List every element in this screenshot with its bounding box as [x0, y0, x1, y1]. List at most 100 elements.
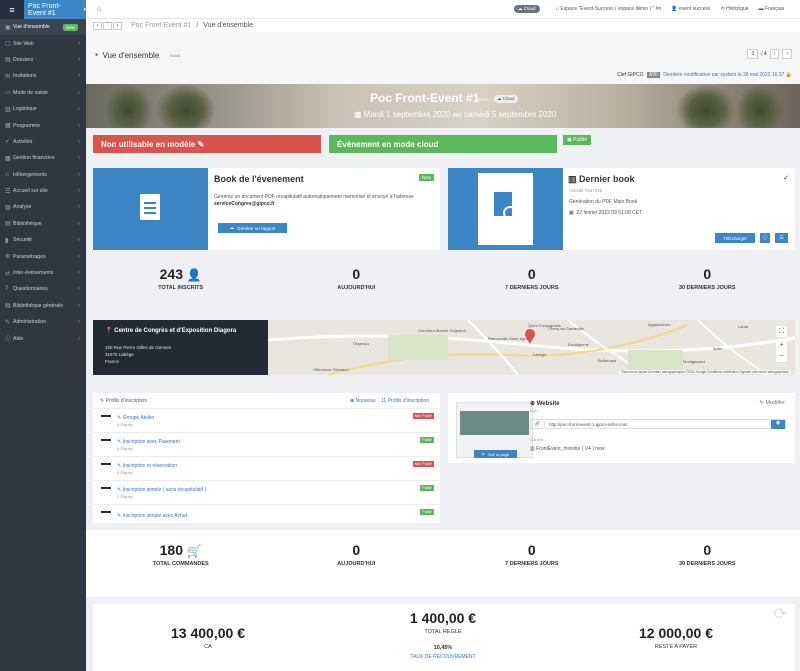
sidebar-item-label: Paramétrages — [13, 253, 46, 260]
pager-prev-button[interactable]: ‹ — [769, 49, 780, 59]
new-profile-link[interactable]: ⊕ Nouveau — [350, 398, 376, 404]
stat-block: 0 AUJOURD'HUI — [269, 542, 445, 567]
stat-block: 180 🛒 TOTAL COMMANDES — [93, 542, 269, 567]
sidebar-item-icon: ▢ — [5, 41, 11, 48]
venue-map[interactable]: Ramonville-Saint-Agne Carrefour Market Ou… — [268, 320, 795, 375]
sidebar-item[interactable]: ✓ Activités ‹ — [0, 134, 86, 150]
back-button[interactable]: ‹ — [93, 21, 102, 30]
sidebar-item[interactable]: ▮ Sécurité ‹ — [0, 232, 86, 248]
language-link[interactable]: ▬ Français — [759, 6, 785, 12]
sidebar-item-label: Aide — [13, 335, 24, 342]
up-button[interactable]: ˇ — [103, 21, 112, 30]
stat-label: AUJOURD'HUI — [337, 561, 376, 567]
sidebar-item[interactable]: ▭ Mode de saisie ‹ — [0, 85, 86, 101]
profiles-count-link[interactable]: 11 Profils d'inscription — [381, 398, 429, 404]
chevron-left-icon: ‹ — [78, 270, 80, 277]
generate-report-button[interactable]: ☁ Générer un rapport — [218, 223, 287, 233]
website-preview: 🔍 Voir la page — [456, 402, 533, 458]
sidebar-item[interactable]: ☰ Accueil sur site ‹ — [0, 183, 86, 199]
profile-name-row: ✎ Inscription et réservation — [117, 462, 178, 469]
stat-value: 0 — [352, 266, 361, 282]
download-button[interactable]: Télécharger — [715, 233, 755, 243]
stat-block: 0 7 DERNIERS JOURS — [444, 266, 620, 291]
lastmod-text[interactable]: Dernière modification par system le 30 m… — [663, 72, 784, 78]
stat-value-row: 0 — [269, 542, 445, 558]
link-icon: 🔗 — [531, 421, 545, 427]
zoom-controls[interactable]: + − — [776, 340, 787, 362]
sidebar-item[interactable]: ✉ Invitations ‹ — [0, 68, 86, 84]
regle-value: 1 400,00 € — [409, 610, 477, 626]
espace-link[interactable]: ⌂ Espace "Event-Success ( espace démo ) … — [556, 6, 661, 12]
profile-row[interactable]: ✎ Inscription et réservation 3 Étapes Non … — [93, 457, 440, 481]
breadcrumb: ‹ ˇ › Poc Front-Event #1 / Vue d'ensembl… — [86, 19, 800, 32]
map-place-label: Villeneuve-Tolosane — [313, 367, 349, 372]
sidebar-item[interactable]: ⇄ Inter-évènements ‹ — [0, 265, 86, 281]
banner-plant — [736, 84, 784, 128]
home-icon[interactable]: ⌂ — [92, 6, 106, 13]
book-email: serviceCongres@gipco.fr — [214, 201, 275, 207]
sidebar-item-icon: ☰ — [5, 188, 11, 195]
view-page-button[interactable]: 🔍 Voir la page — [474, 450, 517, 458]
stat-block: 0 7 DERNIERS JOURS — [444, 542, 620, 567]
eye-icon[interactable]: ◉ — [771, 420, 785, 429]
sidebar-item-icon: ? — [5, 286, 9, 293]
reste-value: 12 000,00 € — [639, 625, 713, 641]
profile-name: Inscription simple ( sans récapitulatif … — [122, 486, 207, 493]
sidebar-item[interactable]: ⚙ Paramétrages ‹ — [0, 248, 86, 264]
generate-report-label: Générer un rapport — [237, 225, 276, 231]
title-bar: ◔ Vue d'ensemble #6406 3 / 4 ‹ › Clef GI… — [86, 32, 800, 84]
website-template-text: FrontEvent_ministie ( V4 ) new — [536, 446, 605, 452]
check-icon: ✓ — [783, 175, 789, 182]
website-url-field[interactable]: 🔗 http://poc-front-event-1.gipco-adns.co… — [530, 419, 786, 429]
sidebar-item[interactable]: ▥ Logistique ‹ — [0, 101, 86, 117]
fullscreen-icon[interactable]: ⛶ — [776, 326, 787, 337]
website-title-text: Website — [536, 401, 560, 407]
sidebar-item-label: Logistique — [13, 106, 37, 113]
forward-button[interactable]: › — [113, 21, 122, 30]
sidebar-item[interactable]: ⌂ Hébergements ‹ — [0, 167, 86, 183]
pager-current[interactable]: 3 — [747, 49, 759, 59]
sidebar-item-icon: ▩ — [5, 155, 11, 162]
website-card: 🔍 Voir la page ⊕ Website ✎ Modifier Lien… — [448, 393, 795, 463]
profile-status-badge: Publié — [420, 485, 434, 491]
sidebar-item-icon: ⓘ — [5, 337, 12, 344]
list-button[interactable]: ☰ — [775, 233, 788, 243]
sidebar-item[interactable]: ▤ Bibliothèque générale ‹ — [0, 298, 86, 314]
refresh-icon[interactable]: ⟳ — [774, 604, 787, 624]
modify-link[interactable]: ✎ Modifier — [759, 400, 785, 406]
sidebar-item-icon: ▮ — [5, 237, 9, 244]
last-book-id: Activité #347285 — [569, 188, 603, 193]
sidebar-item[interactable]: ✎ Administration ‹ — [0, 314, 86, 330]
stat-value: 0 — [527, 542, 536, 558]
stat-block: 0 30 DERNIERS JOURS — [620, 542, 796, 567]
sidebar-item[interactable]: ▢ Site Web ‹ — [0, 35, 86, 51]
sidebar-item[interactable]: ▦ Programme ‹ — [0, 117, 86, 133]
profile-row[interactable]: ✎ Inscription avec Paiement 5 Étapes Publi… — [93, 433, 440, 457]
pager-next-button[interactable]: › — [782, 49, 792, 59]
info-button[interactable]: ⓘ — [760, 233, 770, 243]
search-document-icon — [478, 173, 533, 245]
breadcrumb-event[interactable]: Poc Front-Event #1 — [131, 22, 191, 29]
user-link[interactable]: 👤 event success — [671, 6, 710, 12]
profile-row[interactable]: ✎ Inscription simple avec Achat Publié — [93, 505, 440, 523]
event-selector[interactable]: Poc Front-Event #1 ▾ — [24, 0, 86, 19]
sidebar-item-icon: ⚙ — [5, 254, 11, 261]
sidebar-item-label: Inter-évènements — [13, 270, 54, 277]
sidebar-item[interactable]: ⓘ Aide ‹ — [0, 330, 86, 346]
profile-row[interactable]: ✎ Groupe Atelier 4 Étapes Non Publié — [93, 409, 440, 433]
sidebar-item[interactable]: ▣ Vue d'ensemble New — [0, 19, 86, 36]
profile-name: Inscription simple avec Achat — [122, 513, 188, 519]
profile-row[interactable]: ✎ Inscription simple ( sans récapitulati… — [93, 481, 440, 505]
venue-city: 31670 Labège — [105, 351, 134, 357]
sidebar-item[interactable]: ? Questionnaires ‹ — [0, 281, 86, 297]
last-book-date-text: 22 février 2022 09:51:08 CET — [576, 210, 643, 216]
stat-label: 30 DERNIERS JOURS — [678, 285, 736, 291]
banner-cloud-label: Cloud — [502, 96, 515, 101]
banner-cloud-badge: ☁ Cloud — [494, 95, 518, 103]
menu-icon[interactable]: ≡ — [0, 0, 24, 19]
sidebar-item[interactable]: ▩ Gestion financière ‹ — [0, 150, 86, 166]
sidebar-item[interactable]: ▤ Dossiers ‹ — [0, 52, 86, 68]
sidebar-item[interactable]: ▨ Analyse ‹ — [0, 199, 86, 215]
sidebar-item[interactable]: ▤ Bibliothèque ‹ — [0, 216, 86, 232]
history-link[interactable]: ⟲ Historique — [721, 6, 749, 12]
